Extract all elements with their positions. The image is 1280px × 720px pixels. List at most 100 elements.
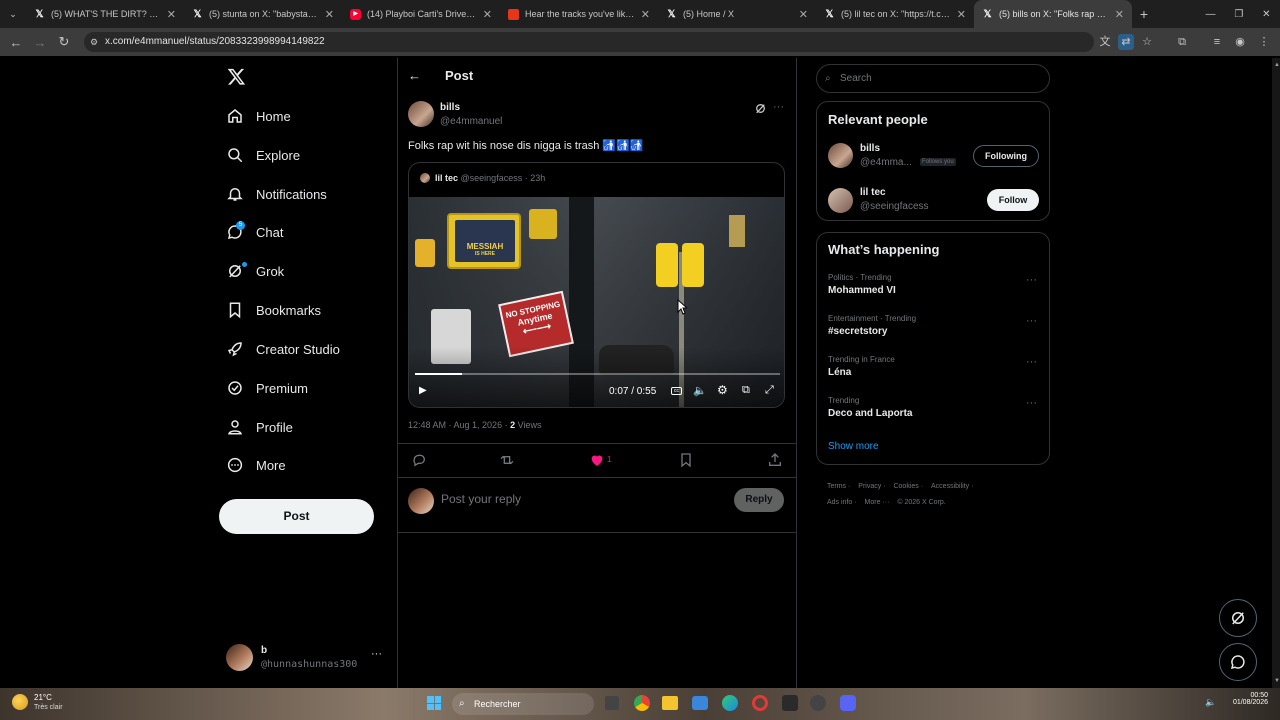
back-arrow-icon[interactable]: ← xyxy=(408,68,421,83)
app-icon[interactable] xyxy=(810,695,826,711)
show-more-link[interactable]: Show more xyxy=(828,441,879,452)
back-icon[interactable]: ← xyxy=(4,35,28,50)
more-dots-icon[interactable]: ··· xyxy=(773,101,784,113)
new-tab-icon[interactable]: + xyxy=(1132,6,1156,22)
browser-tab[interactable]: 𝕏 (5) WHAT'S THE DIRT? on X: "Th ✕ xyxy=(26,0,184,28)
close-icon[interactable]: ✕ xyxy=(483,8,492,21)
translate-icon[interactable]: 文 xyxy=(1097,34,1113,50)
tab-list-chevron-icon[interactable]: ⌄ xyxy=(0,0,26,28)
site-info-icon[interactable]: ⚙ xyxy=(90,32,98,52)
close-icon[interactable]: ✕ xyxy=(957,8,966,21)
browser-tab[interactable]: 𝕏 (5) Home / X ✕ xyxy=(658,0,816,28)
volume-icon[interactable]: 🔈 xyxy=(693,384,707,397)
profile-icon[interactable]: ◉ xyxy=(1232,34,1248,50)
browser-tab[interactable]: 𝕏 (5) stunta on X: "babystaydown ✕ xyxy=(184,0,342,28)
person-name[interactable]: lil tec xyxy=(860,187,886,198)
trend-item[interactable]: Entertainment · Trending #secretstory xyxy=(828,314,916,337)
restore-icon[interactable]: ❐ xyxy=(1234,9,1243,20)
trend-item[interactable]: Trending Deco and Laporta xyxy=(828,396,912,419)
avatar[interactable] xyxy=(828,188,853,213)
footer-more-link[interactable]: More ··· xyxy=(865,499,890,506)
extension-active-icon[interactable]: ⇄ xyxy=(1118,34,1134,50)
follow-button[interactable]: Follow xyxy=(987,189,1039,211)
volume-icon[interactable]: 🔈 xyxy=(1205,697,1216,708)
minimize-icon[interactable]: — xyxy=(1205,9,1215,20)
weather-icon[interactable] xyxy=(12,694,28,710)
page-scrollbar[interactable]: ▲ ▼ xyxy=(1272,58,1280,688)
nav-premium[interactable]: Premium xyxy=(226,371,308,405)
footer-link[interactable]: Ads info xyxy=(827,499,852,506)
chat-fab[interactable] xyxy=(1219,643,1257,681)
x-logo-icon[interactable] xyxy=(227,67,246,86)
repost-icon[interactable] xyxy=(499,452,515,468)
discord-icon[interactable] xyxy=(840,695,856,711)
footer-link[interactable]: Cookies xyxy=(893,483,918,490)
person-name[interactable]: bills xyxy=(860,143,880,154)
clock[interactable]: 00:50 01/08/2026 xyxy=(1222,692,1268,706)
more-dots-icon[interactable]: ··· xyxy=(1026,356,1037,368)
grok-icon[interactable] xyxy=(754,102,767,115)
following-button[interactable]: Following xyxy=(973,145,1039,167)
reply-button[interactable]: Reply xyxy=(734,488,784,512)
search-input[interactable]: ⌕ Search xyxy=(816,64,1050,93)
nav-notifications[interactable]: Notifications xyxy=(226,177,327,211)
nav-creator-studio[interactable]: Creator Studio xyxy=(226,332,340,366)
close-icon[interactable]: ✕ xyxy=(641,8,650,21)
scroll-down-icon[interactable]: ▼ xyxy=(1274,678,1280,684)
close-icon[interactable]: ✕ xyxy=(799,8,808,21)
window-close-icon[interactable]: ✕ xyxy=(1262,9,1270,20)
close-icon[interactable]: ✕ xyxy=(167,8,176,21)
grok-fab[interactable] xyxy=(1219,599,1257,637)
store-icon[interactable] xyxy=(692,696,708,710)
reply-input[interactable]: Post your reply xyxy=(441,492,521,506)
forward-icon[interactable]: → xyxy=(28,35,52,50)
heart-filled-icon[interactable] xyxy=(589,452,605,468)
video-player[interactable]: MESSIAH IS HERE NO STOPPING Anytime ⟵⟶ ▶… xyxy=(409,197,784,407)
nav-grok[interactable]: Grok xyxy=(226,254,284,288)
video-progress-track[interactable] xyxy=(415,373,780,375)
windows-start-icon[interactable] xyxy=(427,696,441,710)
post-button[interactable]: Post xyxy=(219,499,374,534)
browser-tab-active[interactable]: 𝕏 (5) bills on X: "Folks rap wit his ✕ xyxy=(974,0,1132,28)
trend-item[interactable]: Trending in France Léna xyxy=(828,355,895,378)
fullscreen-icon[interactable]: ⤢ xyxy=(765,384,774,397)
bookmark-star-icon[interactable]: ☆ xyxy=(1139,34,1155,50)
nav-chat[interactable]: Chat xyxy=(226,215,283,249)
footer-link[interactable]: Privacy xyxy=(858,483,881,490)
file-explorer-icon[interactable] xyxy=(662,696,678,710)
nav-bookmarks[interactable]: Bookmarks xyxy=(226,293,321,327)
share-icon[interactable] xyxy=(767,452,783,468)
browser-tab[interactable]: 𝕏 (5) lil tec on X: "https://t.co/My ✕ xyxy=(816,0,974,28)
nav-more[interactable]: More xyxy=(226,448,286,482)
play-icon[interactable]: ▶ xyxy=(419,385,427,396)
browser-tab[interactable]: Hear the tracks you've liked: on ✕ xyxy=(500,0,658,28)
reload-icon[interactable]: ↻ xyxy=(52,34,76,50)
picture-in-picture-icon[interactable]: ⧉ xyxy=(742,384,750,397)
chrome-icon[interactable] xyxy=(634,695,650,711)
close-icon[interactable]: ✕ xyxy=(1115,8,1124,21)
more-dots-icon[interactable]: ··· xyxy=(1026,397,1037,409)
quoted-post[interactable]: lil tec @seeingfacess · 23h MESSIAH IS H… xyxy=(408,162,785,408)
browser-menu-icon[interactable]: ⋮ xyxy=(1256,34,1272,50)
taskbar-search[interactable]: ⌕ Rechercher xyxy=(452,693,594,715)
more-dots-icon[interactable]: ··· xyxy=(1026,315,1037,327)
url-field[interactable]: ⚙ x.com/e4mmanuel/status/208332399899414… xyxy=(84,32,1094,52)
edge-icon[interactable] xyxy=(722,695,738,711)
captions-icon[interactable]: cc xyxy=(671,387,682,395)
nav-home[interactable]: Home xyxy=(226,99,291,133)
opera-icon[interactable] xyxy=(752,695,768,711)
footer-link[interactable]: Terms xyxy=(827,483,846,490)
post-author-handle[interactable]: @e4mmanuel xyxy=(440,116,502,127)
settings-icon[interactable]: ⚙ xyxy=(717,383,728,397)
extensions-icon[interactable]: ⧉ xyxy=(1174,34,1190,50)
task-view-icon[interactable] xyxy=(605,696,619,710)
bookmark-icon[interactable] xyxy=(678,452,694,468)
scroll-up-icon[interactable]: ▲ xyxy=(1274,62,1280,68)
trend-item[interactable]: Politics · Trending Mohammed VI xyxy=(828,273,896,296)
footer-link[interactable]: Accessibility xyxy=(931,483,969,490)
close-icon[interactable]: ✕ xyxy=(325,8,334,21)
media-controls-icon[interactable]: ≡ xyxy=(1209,34,1225,50)
app-icon[interactable] xyxy=(782,695,798,711)
avatar[interactable] xyxy=(408,101,434,127)
nav-profile[interactable]: Profile xyxy=(226,410,293,444)
